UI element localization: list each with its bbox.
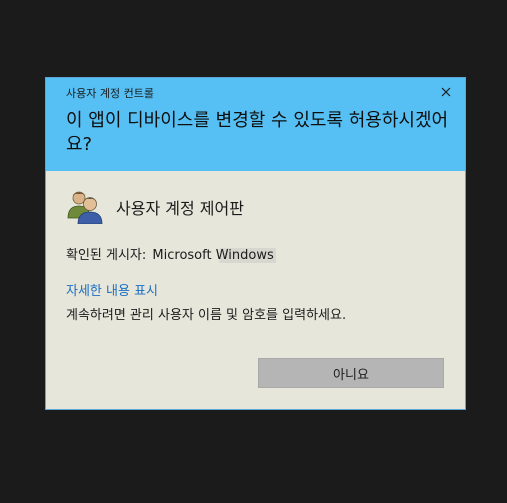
window-title: 사용자 계정 컨트롤 xyxy=(66,87,154,100)
uac-dialog: 사용자 계정 컨트롤 이 앱이 디바이스를 변경할 수 있도록 허용하시겠어요?… xyxy=(45,77,466,410)
app-name: 사용자 계정 제어판 xyxy=(116,199,244,218)
dialog-header: 사용자 계정 컨트롤 이 앱이 디바이스를 변경할 수 있도록 허용하시겠어요? xyxy=(46,78,465,171)
no-button[interactable]: 아니요 xyxy=(258,358,444,388)
dialog-question: 이 앱이 디바이스를 변경할 수 있도록 허용하시겠어요? xyxy=(66,110,449,155)
instruction-text: 계속하려면 관리 사용자 이름 및 암호를 입력하세요. xyxy=(66,308,347,323)
publisher-label: 확인된 게시자: xyxy=(66,248,147,263)
publisher-value: Microsoft Windows xyxy=(150,248,276,263)
publisher-row: 확인된 게시자: Microsoft Windows xyxy=(66,244,276,263)
show-details-link[interactable]: 자세한 내용 표시 xyxy=(66,280,158,299)
app-info: 사용자 계정 제어판 xyxy=(66,188,446,224)
close-icon xyxy=(441,87,451,97)
close-button[interactable] xyxy=(435,82,457,102)
users-icon xyxy=(67,191,103,224)
